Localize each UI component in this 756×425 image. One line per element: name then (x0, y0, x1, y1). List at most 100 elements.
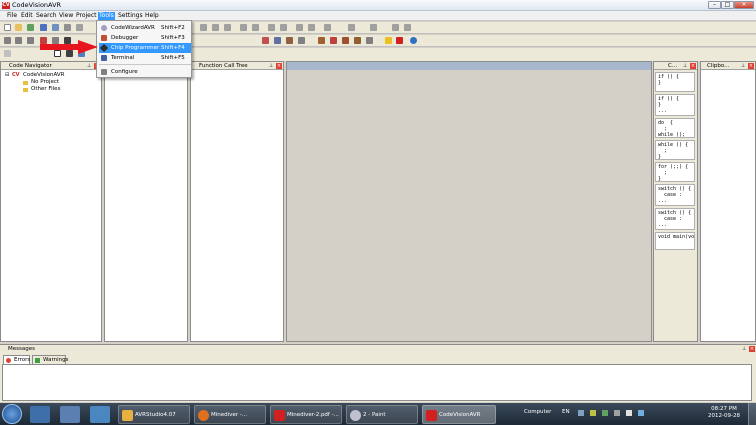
web-icon[interactable] (410, 37, 417, 44)
chip-icon[interactable] (262, 37, 269, 44)
menu-item-codewizard[interactable]: CodeWizardAVR Shift+F2 (99, 23, 191, 33)
cut-icon[interactable] (200, 24, 207, 31)
template-switch[interactable]: switch () { case : ... (655, 184, 695, 206)
close-panel-icon[interactable]: × (276, 63, 282, 69)
tray-language[interactable]: EN (562, 409, 570, 415)
volume-icon[interactable] (626, 410, 632, 416)
comment-icon[interactable] (324, 24, 331, 31)
pin-icon[interactable]: ⊥ (740, 63, 746, 69)
tool-icon[interactable] (330, 37, 337, 44)
outdent-icon[interactable] (308, 24, 315, 31)
maximize-button[interactable]: □ (721, 1, 734, 9)
close-file-icon[interactable] (76, 24, 83, 31)
template-for[interactable]: for (;;) { ; } (655, 162, 695, 182)
tab-errors[interactable]: Errors (3, 355, 30, 364)
tray-icon[interactable] (590, 410, 596, 416)
menu-edit[interactable]: Edit (20, 12, 34, 20)
task-paint[interactable]: 2 - Paint (346, 405, 418, 424)
show-desktop-button[interactable] (748, 403, 756, 425)
menu-project[interactable]: Project (75, 12, 98, 20)
tool3-icon[interactable] (354, 37, 361, 44)
menu-item-debugger[interactable]: Debugger Shift+F3 (99, 33, 191, 43)
pin-icon[interactable]: ⊥ (741, 346, 747, 352)
menu-file[interactable]: File (6, 12, 18, 20)
menu-help[interactable]: Help (144, 12, 160, 20)
print-icon[interactable] (64, 24, 71, 31)
code-navigator-panel: Code Navigator ⊥ × ⊟ CV CodeVisionAVR No… (0, 61, 102, 342)
template-while[interactable]: while () { ; } (655, 140, 695, 160)
minimize-button[interactable]: – (708, 1, 721, 9)
save-icon[interactable] (40, 24, 47, 31)
save-all-icon[interactable] (52, 24, 59, 31)
explorer-icon[interactable] (30, 406, 50, 423)
tray-icon[interactable] (614, 410, 620, 416)
tray-icons[interactable] (578, 409, 668, 417)
new-file-icon[interactable] (4, 24, 11, 31)
pin-icon[interactable]: ⊥ (682, 63, 688, 69)
tree-root[interactable]: CodeVisionAVR (23, 72, 65, 78)
task-codevisionavr[interactable]: CodeVisionAVR (422, 405, 496, 424)
network-tray-icon[interactable] (638, 410, 644, 416)
menu-view[interactable]: View (58, 12, 74, 20)
task-minediver-pdf[interactable]: Minediver-2.pdf -... (270, 405, 342, 424)
network-icon[interactable] (60, 406, 80, 423)
computer-icon[interactable] (90, 406, 110, 423)
menu-settings[interactable]: Settings (117, 12, 144, 20)
back-icon[interactable] (348, 24, 355, 31)
tree-item-no-project[interactable]: No Project (31, 79, 59, 85)
tab-warnings[interactable]: Warnings (32, 355, 68, 364)
terminal-tb-icon[interactable] (298, 37, 305, 44)
help-icon[interactable] (385, 37, 392, 44)
menu-search[interactable]: Search (35, 12, 58, 20)
close-panel-icon[interactable]: × (749, 346, 755, 352)
forward-icon[interactable] (370, 24, 377, 31)
pin-icon[interactable]: ⊥ (86, 63, 92, 69)
paste-icon[interactable] (224, 24, 231, 31)
tree-item-other-files[interactable]: Other Files (31, 86, 60, 92)
tray-computer[interactable]: Computer (524, 409, 551, 415)
messages-list[interactable] (2, 364, 752, 401)
build-icon[interactable] (15, 37, 22, 44)
tray-icon[interactable] (578, 410, 584, 416)
menu-item-terminal[interactable]: Terminal Shift+F5 (99, 53, 191, 63)
build-all-icon[interactable] (27, 37, 34, 44)
copy-icon[interactable] (212, 24, 219, 31)
programmer-icon[interactable] (274, 37, 281, 44)
bookmark-icon[interactable] (392, 24, 399, 31)
start-button[interactable] (2, 404, 22, 424)
template-main[interactable]: void main(vo (655, 232, 695, 250)
debugger-tb-icon[interactable] (286, 37, 293, 44)
wizard-tb-icon[interactable] (318, 37, 325, 44)
find-icon[interactable] (268, 24, 275, 31)
task-avrstudio[interactable]: AVRStudio4.07 (118, 405, 190, 424)
editor-area[interactable] (286, 61, 652, 342)
tool4-icon[interactable] (366, 37, 373, 44)
tray-icon[interactable] (602, 410, 608, 416)
task-minediver-browser[interactable]: Minediver -... (194, 405, 266, 424)
tool2-icon[interactable] (342, 37, 349, 44)
refresh-icon[interactable] (27, 24, 34, 31)
replace-icon[interactable] (280, 24, 287, 31)
close-panel-icon[interactable]: × (748, 63, 754, 69)
open-folder-icon[interactable] (15, 24, 22, 31)
compile-icon[interactable] (4, 37, 11, 44)
template-if-block[interactable]: if () { } ... (655, 94, 695, 116)
pin-icon[interactable]: ⊥ (268, 63, 274, 69)
menu-item-chip-programmer[interactable]: Chip Programmer Shift+F4 (99, 43, 191, 53)
redo-icon[interactable] (252, 24, 259, 31)
close-window-button[interactable]: ✕ (734, 1, 754, 9)
toggle-icon[interactable] (4, 50, 11, 57)
taskbar: AVRStudio4.07 Minediver -... Minediver-2… (0, 403, 756, 425)
menu-tools[interactable]: Tools (98, 12, 115, 20)
undo-icon[interactable] (240, 24, 247, 31)
template-switch-2[interactable]: switch () { case : ... (655, 208, 695, 230)
indent-icon[interactable] (296, 24, 303, 31)
template-if[interactable]: if () { } (655, 72, 695, 92)
cv-logo-icon[interactable] (396, 37, 403, 44)
goto-line-icon[interactable] (404, 24, 411, 31)
template-do-while[interactable]: do { ; while (); (655, 118, 695, 138)
collapse-icon[interactable]: ⊟ (5, 72, 9, 79)
menu-item-configure[interactable]: Configure (99, 67, 191, 77)
close-panel-icon[interactable]: × (690, 63, 696, 69)
clock[interactable]: 08:27 PM 2012-09-28 (704, 406, 744, 420)
